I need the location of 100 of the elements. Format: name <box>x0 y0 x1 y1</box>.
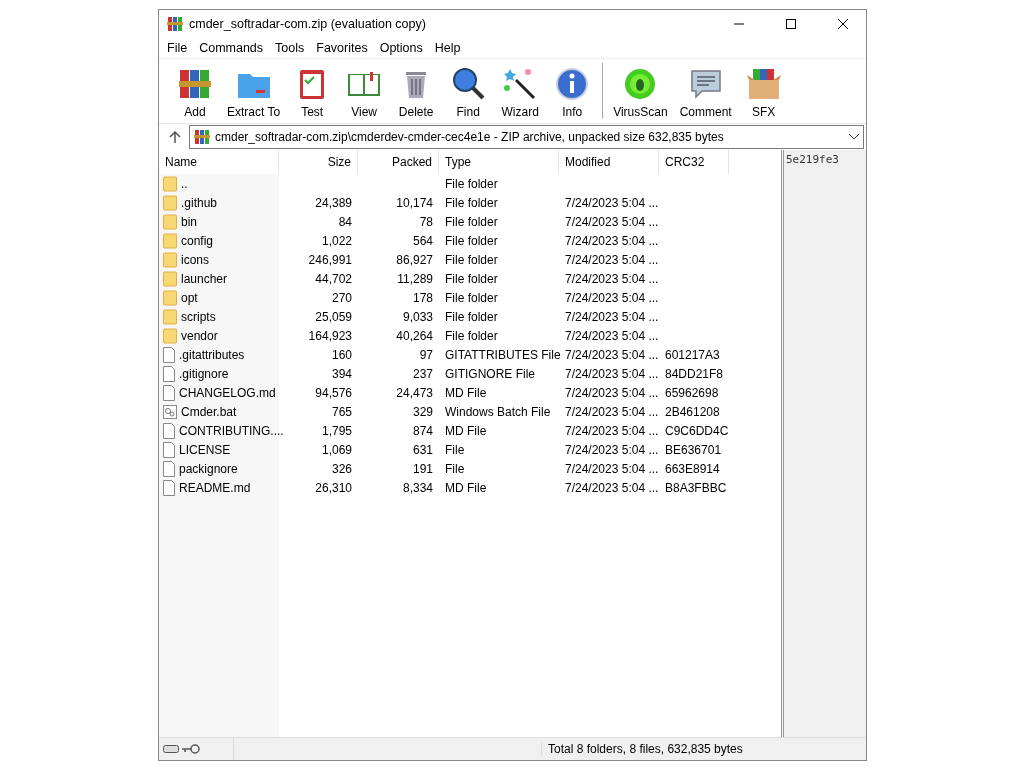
info-icon <box>554 66 591 102</box>
table-cell-text: 7/24/2023 5:04 ... <box>564 385 659 400</box>
toolbar-button[interactable]: Extract To <box>221 59 287 123</box>
close-icon <box>838 19 848 29</box>
table-cell-text: 7/24/2023 5:04 ... <box>564 423 659 438</box>
address-field[interactable]: cmder_softradar-com.zip\cmderdev-cmder-cec4e1e - ZIP archive, unpacked size 632,835 bytes <box>189 125 864 149</box>
file-icon <box>163 479 175 496</box>
toolbar-button[interactable]: View <box>338 59 391 123</box>
table-cell-text: File <box>444 461 466 476</box>
table-cell-text: Windows Batch File <box>444 404 552 419</box>
table-cell-text: 44,702 <box>314 271 353 286</box>
file-name: config <box>181 233 214 248</box>
table-cell-text: 2B461208 <box>664 404 721 419</box>
table-cell-text: 7/24/2023 5:04 ... <box>564 366 659 381</box>
file-name: opt <box>181 290 198 305</box>
table-cell-text: File <box>444 442 466 457</box>
folder-icon <box>163 289 177 306</box>
table-cell-text: 40,264 <box>395 328 434 343</box>
table-cell-text: 564 <box>411 233 434 248</box>
table-cell-text: 874 <box>411 423 434 438</box>
folder-icon <box>163 251 177 268</box>
folder-icon <box>163 308 177 325</box>
table-cell-text: File folder <box>444 271 499 286</box>
table-cell-text: File folder <box>444 233 499 248</box>
table-cell-text: 84 <box>337 214 353 229</box>
table-cell-text: File folder <box>444 195 499 210</box>
table-cell-text: 7/24/2023 5:04 ... <box>564 290 659 305</box>
menu-item[interactable]: File <box>161 41 194 55</box>
file-icon <box>163 422 175 439</box>
table-cell-text: 160 <box>330 347 353 362</box>
toolbar-button[interactable]: Add <box>169 59 221 123</box>
file-name: Cmder.bat <box>181 404 237 419</box>
toolbar-button[interactable]: Find <box>442 59 495 123</box>
menu-item[interactable]: Help <box>428 41 467 55</box>
table-cell-text: 326 <box>330 461 353 476</box>
table-cell-text: 1,069 <box>320 442 353 457</box>
table-cell-text: 164,923 <box>307 328 353 343</box>
table-cell-text: 1,022 <box>320 233 353 248</box>
toolbar-button[interactable]: Delete <box>390 59 443 123</box>
magnifier-icon <box>450 66 487 102</box>
folder-icon <box>163 270 177 287</box>
table-cell-text: 11,289 <box>396 271 434 286</box>
table-cell-text: 237 <box>411 366 434 381</box>
table-cell-text: File folder <box>444 214 499 229</box>
gears-file-icon <box>163 404 177 419</box>
box-icon <box>745 66 782 102</box>
table-cell-text: 7/24/2023 5:04 ... <box>564 214 659 229</box>
table-cell-text: 78 <box>418 214 434 229</box>
file-name: launcher <box>181 271 228 286</box>
table-cell-text: 7/24/2023 5:04 ... <box>564 442 659 457</box>
table-cell-text: 84DD21F8 <box>664 366 725 381</box>
folder-icon <box>163 194 177 211</box>
books-icon <box>194 129 210 145</box>
table-cell-text: 97 <box>418 347 434 362</box>
table-cell-text: 270 <box>330 290 353 305</box>
file-icon <box>163 384 175 401</box>
table-cell-text: 246,991 <box>307 252 353 267</box>
file-name: vendor <box>181 328 218 343</box>
file-name: LICENSE <box>179 442 231 457</box>
file-name: icons <box>181 252 209 267</box>
toolbar-button[interactable]: Wizard <box>494 59 547 123</box>
table-cell-text: B8A3FBBC <box>664 480 728 495</box>
file-name: .. <box>181 176 188 191</box>
toolbar-button[interactable]: Comment <box>673 59 738 123</box>
menu-item[interactable]: Commands <box>193 41 270 55</box>
table-cell-text: 24,473 <box>395 385 434 400</box>
menu-item[interactable]: Favorites <box>310 41 374 55</box>
table-cell-text: MD File <box>444 480 488 495</box>
table-cell-text: 7/24/2023 5:04 ... <box>564 195 659 210</box>
dropdown-caret-icon[interactable] <box>849 134 859 140</box>
toolbar-button[interactable]: Test <box>286 59 339 123</box>
table-cell-text: 26,310 <box>314 480 353 495</box>
table-cell-text: 765 <box>330 404 353 419</box>
table-cell-text: 24,389 <box>314 195 353 210</box>
folder-icon <box>163 327 177 344</box>
toolbar-button[interactable]: VirusScan <box>607 59 674 123</box>
toolbar-button[interactable]: SFX <box>737 59 790 123</box>
menu-item[interactable]: Options <box>373 41 429 55</box>
table-cell-text: File folder <box>444 290 499 305</box>
table-cell-text: 394 <box>330 366 353 381</box>
file-name: packignore <box>179 461 238 476</box>
table-cell-text: 8,334 <box>401 480 434 495</box>
table-cell-text: 191 <box>411 461 434 476</box>
table-cell-text: GITIGNORE File <box>444 366 536 381</box>
column-header[interactable]: Name <box>159 150 279 174</box>
menu-item[interactable]: Tools <box>269 41 311 55</box>
table-cell-text: 86,927 <box>395 252 434 267</box>
books-icon <box>167 16 183 32</box>
table-cell-text: File folder <box>444 328 499 343</box>
status-text: Total 8 folders, 8 files, 632,835 bytes <box>541 742 866 756</box>
toolbar-button[interactable]: Info <box>546 59 599 123</box>
table-cell-text: File folder <box>444 176 499 191</box>
table-cell-text: 7/24/2023 5:04 ... <box>564 480 659 495</box>
table-cell-text: 94,576 <box>314 385 353 400</box>
table-cell-text: BE636701 <box>664 442 723 457</box>
table-cell-text: 7/24/2023 5:04 ... <box>564 461 659 476</box>
table-cell-text: GITATTRIBUTES File <box>444 347 559 362</box>
up-arrow-icon[interactable] <box>169 131 181 143</box>
file-icon <box>163 365 175 382</box>
file-icon <box>163 346 175 363</box>
